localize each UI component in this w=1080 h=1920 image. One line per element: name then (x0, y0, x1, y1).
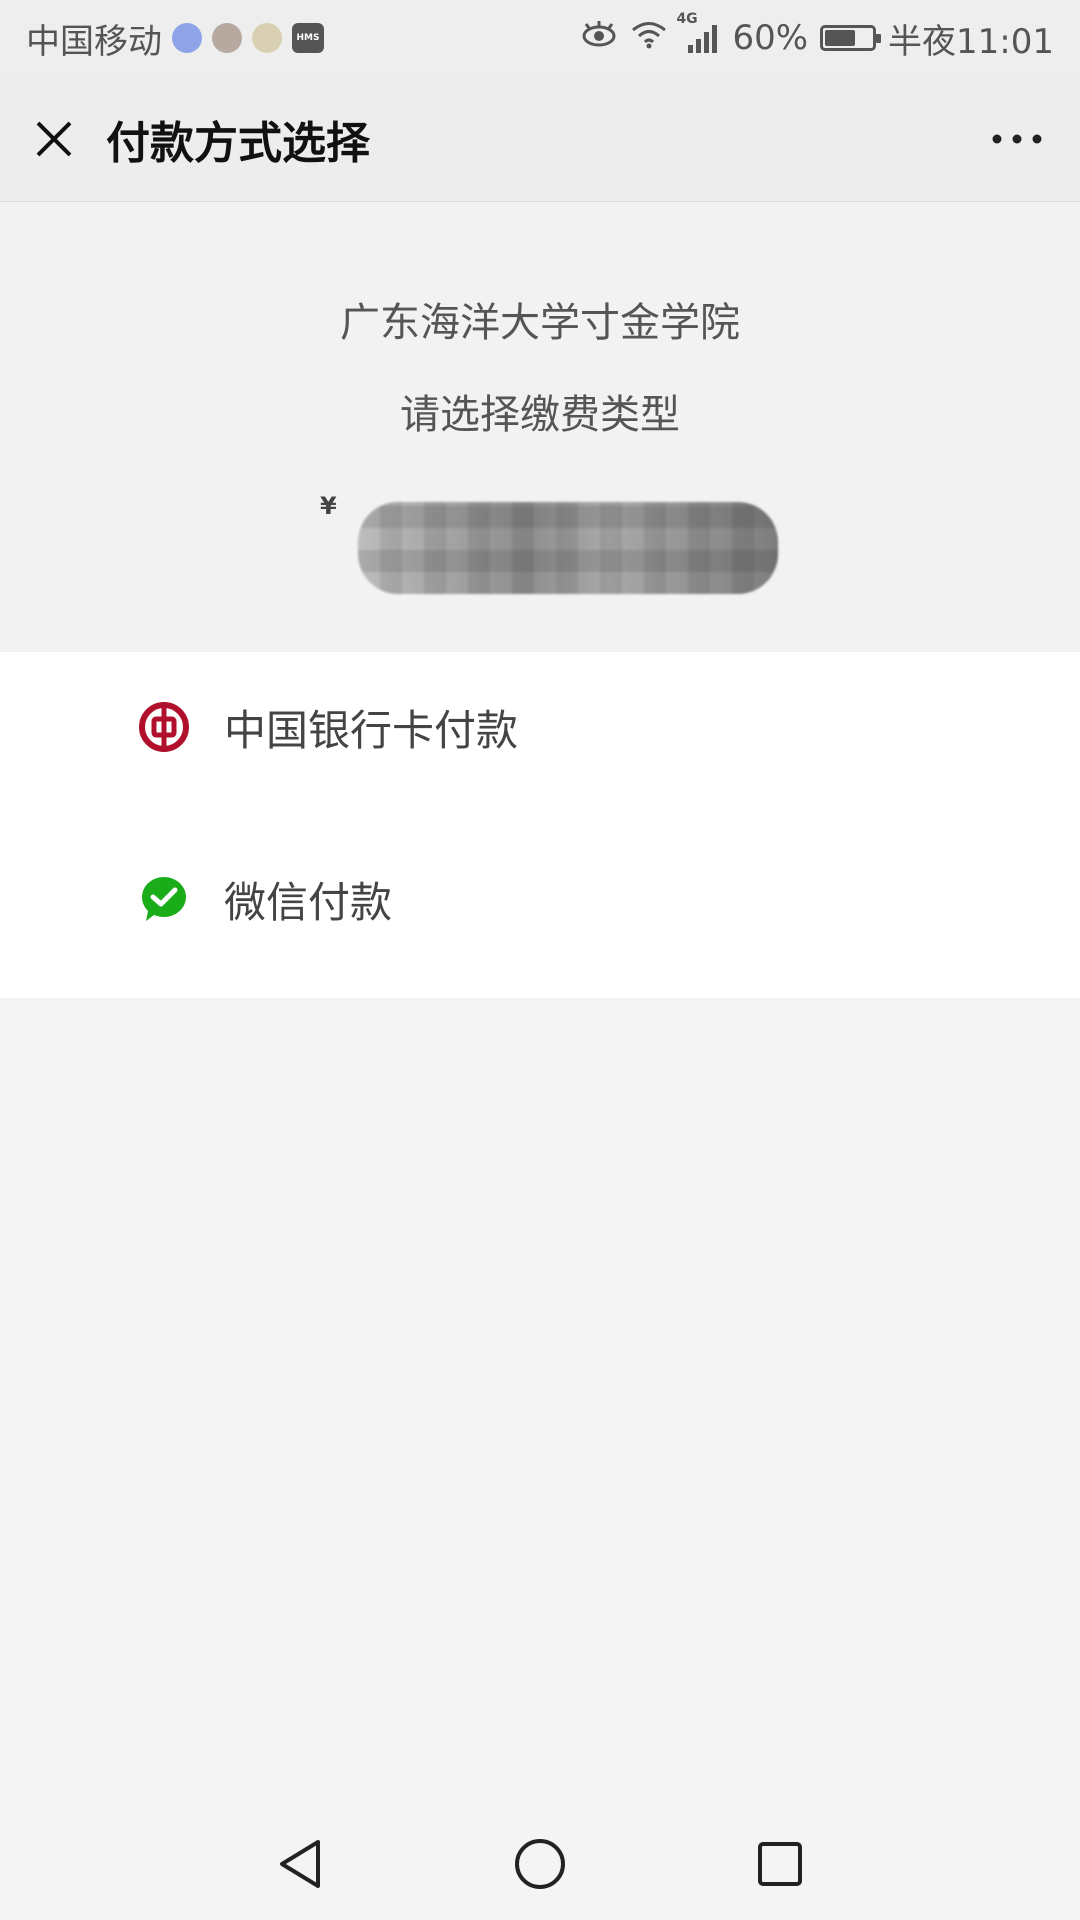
more-icon (992, 134, 1042, 143)
system-nav-bar (0, 1808, 1080, 1920)
nav-back-button[interactable] (240, 1814, 360, 1914)
status-bar: 中国移动 HMS 4G 60% 半夜11:01 (0, 0, 1080, 76)
recents-icon (758, 1842, 802, 1886)
music-app-icon (172, 23, 202, 53)
home-icon (515, 1839, 565, 1889)
app-notification-icon (212, 23, 242, 53)
fee-type-prompt: 请选择缴费类型 (400, 392, 680, 438)
more-options-button[interactable] (982, 109, 1052, 169)
app-notification-icon (252, 23, 282, 53)
bank-of-china-icon (138, 701, 190, 753)
status-bar-left: 中国移动 HMS (26, 14, 324, 63)
network-type-label: 4G (676, 11, 698, 27)
status-bar-right: 4G 60% 半夜11:01 (580, 11, 1054, 63)
nav-recents-button[interactable] (720, 1814, 840, 1914)
payment-option-label: 中国银行卡付款 (224, 705, 519, 755)
currency-symbol: ¥ (320, 492, 337, 520)
payment-info-header: 广东海洋大学寸金学院 请选择缴费类型 ¥ (0, 202, 1080, 652)
carrier-label: 中国移动 (26, 21, 162, 62)
title-bar: 付款方式选择 (0, 76, 1080, 202)
back-icon (280, 1840, 320, 1888)
school-name: 广东海洋大学寸金学院 (340, 300, 740, 346)
payment-option-label: 微信付款 (224, 877, 393, 927)
close-icon (36, 121, 72, 156)
nav-home-button[interactable] (480, 1814, 600, 1914)
wechat-pay-icon (138, 873, 190, 925)
page-title: 付款方式选择 (106, 117, 370, 169)
battery-icon (820, 25, 882, 51)
cellular-signal-icon: 4G (676, 11, 720, 53)
battery-percent: 60% (732, 18, 809, 58)
amount-redacted (358, 502, 778, 594)
wifi-icon (630, 18, 668, 58)
hms-icon: HMS (292, 23, 324, 53)
eye-comfort-icon (580, 18, 618, 58)
close-button[interactable] (24, 109, 84, 169)
payment-option-wechat[interactable]: 微信付款 (0, 824, 1080, 974)
payment-option-boc[interactable]: 中国银行卡付款 (0, 652, 1080, 802)
payment-options-list: 中国银行卡付款 微信付款 (0, 652, 1080, 998)
clock: 半夜11:01 (888, 21, 1054, 62)
